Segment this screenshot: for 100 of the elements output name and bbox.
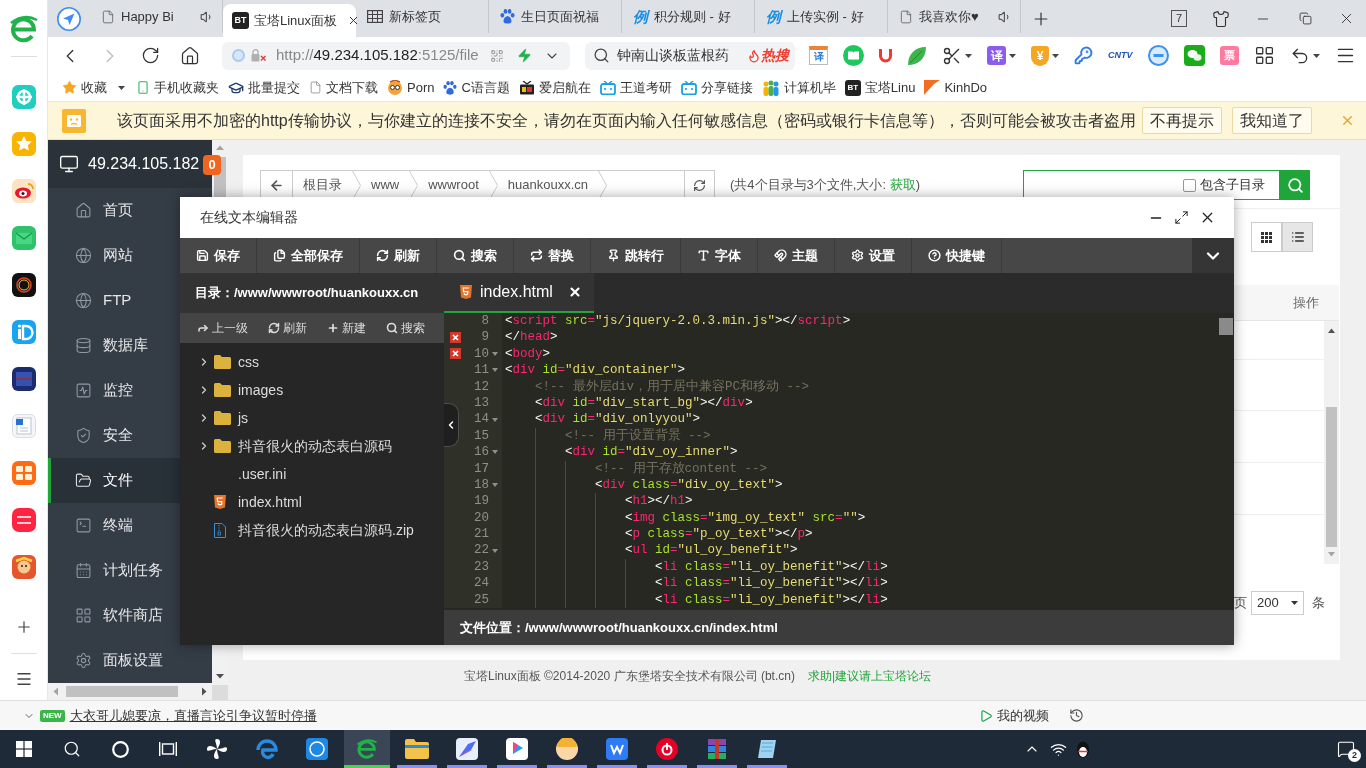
archive-icon[interactable]: [706, 738, 728, 760]
bookmark-link[interactable]: 计算机毕: [761, 77, 836, 98]
character-tile-icon[interactable]: [11, 555, 36, 579]
key-icon[interactable]: [1074, 46, 1093, 65]
tree-action-button[interactable]: 搜索: [386, 319, 425, 337]
avatar-icon[interactable]: [556, 738, 578, 760]
news-link[interactable]: 大衣哥儿媳要凉，直播言论引争议暂时停播: [69, 705, 317, 726]
collapse-handle[interactable]: [444, 403, 459, 447]
notebook-icon[interactable]: [756, 738, 778, 760]
search-button[interactable]: [1280, 170, 1310, 200]
novel-tile-icon[interactable]: [11, 461, 36, 485]
scissors-icon[interactable]: [942, 45, 962, 66]
book-tile-icon[interactable]: [11, 367, 36, 391]
penguin-icon[interactable]: [1076, 740, 1090, 758]
address-field[interactable]: http://49.234.105.182:5125/file: [222, 41, 570, 70]
notification-icon[interactable]: [1337, 740, 1355, 758]
fold-caret-icon[interactable]: [492, 351, 498, 356]
cross-tile-icon[interactable]: [11, 85, 36, 109]
ring-tile-icon[interactable]: [11, 273, 36, 297]
circle-icon[interactable]: [111, 740, 129, 758]
sidebar-item[interactable]: 软件商店: [48, 593, 212, 638]
fold-caret-icon[interactable]: [492, 483, 498, 488]
tree-action-button[interactable]: 刷新: [268, 319, 307, 337]
maximize-icon[interactable]: [1174, 210, 1189, 225]
bookmark-link[interactable]: Porn: [387, 77, 435, 98]
windows-start-icon[interactable]: [16, 741, 32, 757]
tab-count-button[interactable]: 7: [1171, 10, 1187, 27]
caret-icon[interactable]: [965, 53, 972, 58]
list-icon[interactable]: [14, 670, 33, 688]
translate-icon[interactable]: 译: [987, 46, 1006, 65]
feather-icon[interactable]: [456, 738, 478, 760]
breadcrumb-link[interactable]: huankouxx.cn: [497, 175, 598, 195]
tv-logo-icon[interactable]: CNTV: [1108, 51, 1133, 60]
chat-icon[interactable]: [1183, 45, 1205, 66]
scrollbar[interactable]: [1324, 321, 1339, 564]
document-app-icon[interactable]: [606, 738, 628, 760]
scrollbar[interactable]: [48, 683, 212, 700]
video-link[interactable]: 我的视频: [979, 705, 1049, 726]
eye-tile-icon[interactable]: [11, 179, 36, 203]
magnet-icon[interactable]: [879, 48, 892, 63]
lightning-icon[interactable]: [517, 48, 532, 63]
navigation-icon[interactable]: [57, 6, 81, 31]
editor-tab[interactable]: index.html: [444, 273, 594, 313]
caret-icon[interactable]: [1009, 53, 1016, 58]
caret-icon[interactable]: [1052, 53, 1059, 58]
breadcrumb-link[interactable]: wwwroot: [418, 175, 489, 195]
breadcrumb-link[interactable]: www: [361, 175, 410, 195]
browser-tab[interactable]: 生日页面祝福: [489, 0, 622, 33]
orb-icon[interactable]: [1147, 45, 1169, 66]
refresh-icon[interactable]: [693, 178, 706, 192]
sidebar-item[interactable]: 面板设置: [48, 638, 212, 683]
checkbox[interactable]: [1183, 178, 1196, 192]
view-toggle[interactable]: [1251, 222, 1282, 252]
pinwheel-icon[interactable]: [206, 738, 228, 760]
document-tile-icon[interactable]: [11, 414, 36, 438]
fold-caret-icon[interactable]: [492, 368, 498, 373]
bookmark-link[interactable]: 收藏: [62, 77, 127, 98]
search-icon[interactable]: [63, 740, 81, 758]
history-icon[interactable]: [1069, 708, 1084, 723]
wave-icon[interactable]: [256, 738, 278, 760]
sidebar-item[interactable]: 计划任务: [48, 548, 212, 593]
bookmark-link[interactable]: 文档下载: [309, 77, 378, 98]
music-icon[interactable]: [656, 738, 678, 760]
breadcrumb-link[interactable]: 根目录: [293, 175, 352, 195]
bookmark-link[interactable]: 分享链接: [680, 77, 753, 98]
reload-icon[interactable]: [140, 46, 160, 65]
tree-action-button[interactable]: 新建: [327, 319, 366, 337]
bookmark-link[interactable]: KinhDo: [924, 77, 988, 98]
calendar-icon[interactable]: 译: [809, 46, 828, 65]
apps-icon[interactable]: [1253, 45, 1275, 66]
bookmark-link[interactable]: 爱启航在: [518, 77, 591, 98]
browser-tab[interactable]: BT 宝塔Linux面板: [223, 4, 356, 37]
browser-tab[interactable]: 例 积分规则 - 好: [622, 0, 755, 33]
bookmark-link[interactable]: 王道考研: [599, 77, 672, 98]
bookmark-link[interactable]: 批量提交: [228, 77, 300, 98]
page-size-select[interactable]: 200: [1251, 591, 1304, 615]
browser-icon[interactable]: [356, 738, 378, 760]
ring-icon[interactable]: [306, 738, 328, 760]
browser-logo-icon[interactable]: [8, 14, 39, 44]
checkbox-label[interactable]: 包含子目录: [1200, 175, 1265, 195]
bookmark-link[interactable]: C语言题: [443, 77, 510, 98]
browser-tab[interactable]: 例 上传实例 - 好: [755, 0, 888, 33]
mail-tile-icon[interactable]: [11, 226, 36, 250]
folder-icon[interactable]: [405, 739, 429, 759]
id-tile-icon[interactable]: [11, 320, 36, 344]
browser-tab[interactable]: 我喜欢你♥: [888, 0, 1021, 33]
task-view-icon[interactable]: [159, 741, 177, 757]
caret-icon[interactable]: [118, 85, 125, 90]
bookmark-link[interactable]: BT 宝塔Linu: [844, 77, 916, 98]
close-icon[interactable]: [568, 285, 582, 299]
video-icon[interactable]: [506, 738, 528, 760]
caret-icon[interactable]: [1312, 53, 1320, 58]
leaf-icon[interactable]: [907, 45, 927, 66]
browser-tab[interactable]: 新标签页: [356, 0, 489, 33]
restore-icon[interactable]: [1298, 12, 1312, 25]
fold-caret-icon[interactable]: [492, 450, 498, 455]
view-toggle[interactable]: [1282, 222, 1313, 252]
bookmark-link[interactable]: 手机收藏夹: [136, 77, 219, 98]
fold-caret-icon[interactable]: [492, 417, 498, 422]
striped-tile-icon[interactable]: [11, 508, 36, 532]
